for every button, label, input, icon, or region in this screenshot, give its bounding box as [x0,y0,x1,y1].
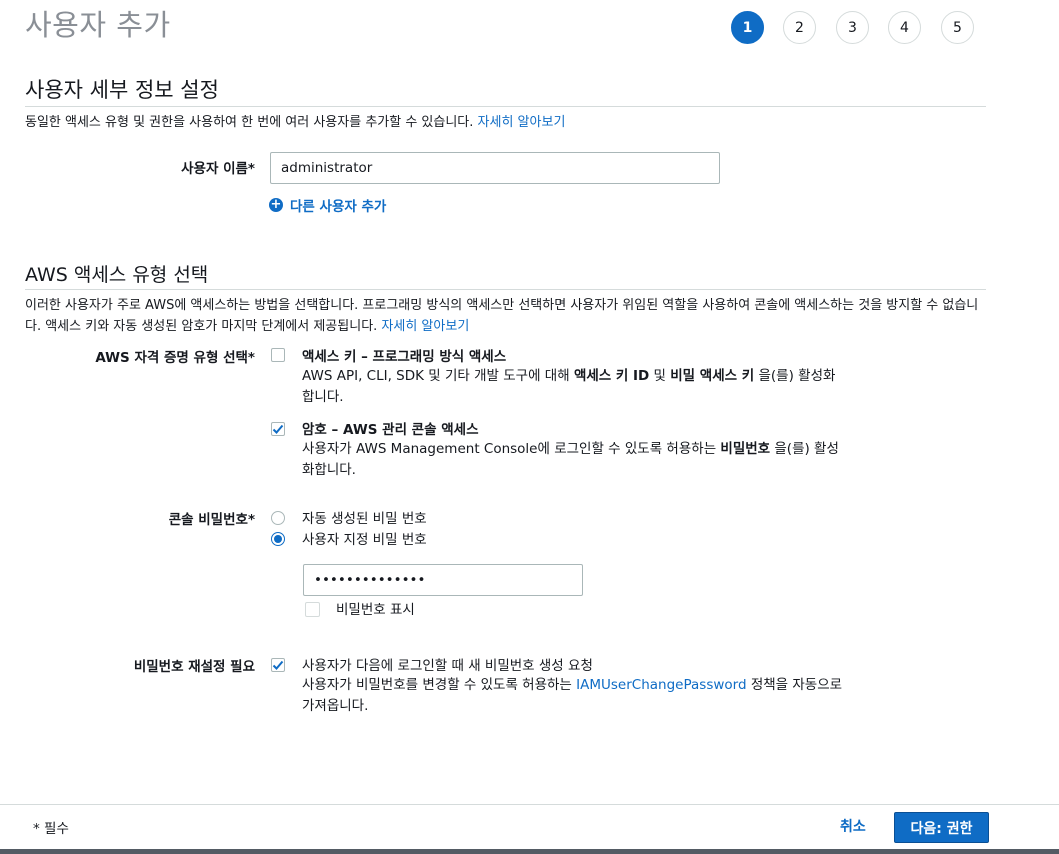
step-2[interactable]: 2 [783,11,816,44]
add-another-user-button[interactable]: + 다른 사용자 추가 [269,195,386,215]
access-key-id-term: 액세스 키 ID [573,368,650,384]
console-access-checkbox[interactable] [271,422,285,436]
auto-password-label: 자동 생성된 비밀 번호 [302,511,427,527]
credential-type-label: AWS 자격 증명 유형 선택* [95,350,255,366]
password-reset-desc-text: 사용자가 비밀번호를 변경할 수 있도록 허용하는 [302,677,577,693]
custom-password-label: 사용자 지정 비밀 번호 [302,532,427,548]
details-learn-more-link[interactable]: 자세히 알아보기 [478,115,566,130]
access-description: 이러한 사용자가 주로 AWS에 액세스하는 방법을 선택합니다. 프로그래밍 … [25,295,983,337]
cancel-button[interactable]: 취소 [840,816,866,836]
checkmark-icon [272,424,284,434]
password-term: 비밀번호 [720,441,771,457]
details-description: 동일한 액세스 유형 및 권한을 사용하여 한 번에 여러 사용자를 추가할 수… [25,112,565,133]
access-key-option-title: 액세스 키 – 프로그래밍 방식 액세스 [302,349,507,365]
access-key-desc-text: AWS API, CLI, SDK 및 기타 개발 도구에 대해 [302,368,574,384]
custom-password-radio[interactable] [271,532,285,546]
footer-divider [0,804,1059,805]
required-note: * 필수 [33,821,69,837]
password-reset-checkbox[interactable] [271,658,285,672]
radio-selected-dot [274,535,282,543]
access-learn-more-link[interactable]: 자세히 알아보기 [381,319,469,334]
plus-circle-icon: + [269,197,283,212]
access-description-text: 이러한 사용자가 주로 AWS에 액세스하는 방법을 선택합니다. 프로그래밍 … [25,298,979,334]
console-password-label: 콘솔 비밀번호* [168,512,255,528]
custom-password-input[interactable] [303,564,583,596]
access-key-checkbox[interactable] [271,348,285,362]
step-4[interactable]: 4 [888,11,921,44]
step-3[interactable]: 3 [836,11,869,44]
password-reset-description: 사용자가 비밀번호를 변경할 수 있도록 허용하는 IAMUserChangeP… [302,675,857,717]
console-access-desc-text: 사용자가 AWS Management Console에 로그인할 수 있도록 … [302,441,721,457]
username-input[interactable] [270,152,720,184]
username-label: 사용자 이름* [181,161,255,177]
details-section-title: 사용자 세부 정보 설정 [25,78,219,102]
next-permissions-button[interactable]: 다음: 권한 [894,812,989,843]
password-reset-text: 사용자가 다음에 로그인할 때 새 비밀번호 생성 요청 [302,658,593,674]
step-5[interactable]: 5 [941,11,974,44]
access-divider [25,289,986,290]
access-key-desc-join: 및 [649,368,671,384]
console-access-option-description: 사용자가 AWS Management Console에 로그인할 수 있도록 … [302,439,847,481]
show-password-checkbox[interactable] [305,602,320,617]
secret-access-key-term: 비밀 액세스 키 [670,368,755,384]
checkmark-icon [272,660,284,670]
iam-policy-link[interactable]: IAMUserChangePassword [576,677,746,693]
password-reset-label: 비밀번호 재설정 필요 [133,659,255,675]
step-1[interactable]: 1 [731,11,764,44]
auto-password-radio[interactable] [271,511,285,525]
page-title: 사용자 추가 [25,8,171,42]
add-another-user-label: 다른 사용자 추가 [290,199,387,215]
show-password-label: 비밀번호 표시 [336,602,415,618]
details-divider [25,106,986,107]
console-access-option-title: 암호 – AWS 관리 콘솔 액세스 [302,422,479,438]
access-key-option-description: AWS API, CLI, SDK 및 기타 개발 도구에 대해 액세스 키 I… [302,366,847,408]
details-description-text: 동일한 액세스 유형 및 권한을 사용하여 한 번에 여러 사용자를 추가할 수… [25,115,478,130]
window-bottom-bar [0,849,1059,854]
access-section-title: AWS 액세스 유형 선택 [25,264,209,286]
